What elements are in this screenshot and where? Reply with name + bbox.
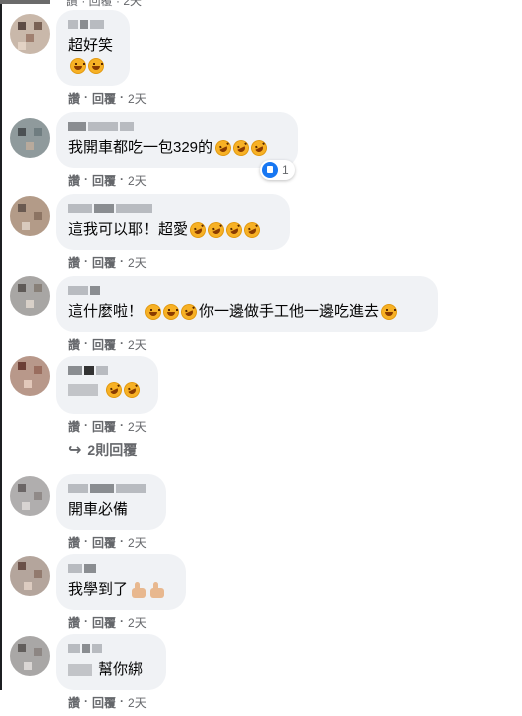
- author-name[interactable]: [68, 18, 118, 30]
- author-name[interactable]: [68, 284, 426, 296]
- grin-squint-icon: [163, 304, 180, 320]
- replies-count: 2則回覆: [87, 442, 138, 458]
- comment-actions: 讚 · 回覆 · 2天: [68, 694, 147, 711]
- like-link[interactable]: 讚: [68, 336, 80, 353]
- grin-squint-icon: [70, 58, 86, 74]
- thumbs-up-icon: [132, 582, 147, 598]
- timestamp[interactable]: 2天: [128, 90, 147, 107]
- comment-actions: 讚 · 回覆 · 2天: [68, 90, 147, 107]
- comment-bubble: 我學到了: [56, 554, 186, 610]
- author-name[interactable]: [68, 202, 278, 214]
- like-link[interactable]: 讚: [68, 534, 80, 551]
- comment-bubble: 開車必備: [56, 474, 166, 530]
- timestamp[interactable]: 2天: [128, 614, 147, 631]
- reply-link[interactable]: 回覆: [92, 254, 116, 271]
- rofl-icon: [248, 137, 270, 159]
- timestamp[interactable]: 2天: [128, 534, 147, 551]
- like-link[interactable]: 讚: [68, 254, 80, 271]
- grin-squint-icon: [381, 304, 398, 320]
- avatar[interactable]: [10, 476, 50, 516]
- comment-text: 這我可以耶！超愛: [68, 221, 189, 238]
- avatar[interactable]: [10, 636, 50, 676]
- rofl-icon: [178, 301, 200, 323]
- comment-text-continued: 你一邊做手工他一邊吃進去: [199, 303, 380, 320]
- author-name[interactable]: [68, 642, 154, 654]
- rofl-icon: [187, 219, 209, 241]
- comment-bubble: 幫你綁: [56, 634, 166, 690]
- comment-actions: 讚 · 回覆 · 2天: [68, 534, 147, 551]
- avatar[interactable]: [10, 356, 50, 396]
- reaction-badge[interactable]: 1: [260, 160, 295, 180]
- like-link[interactable]: 讚: [68, 694, 80, 711]
- comment-actions: 讚 · 回覆 · 2天: [68, 336, 147, 353]
- avatar[interactable]: [10, 14, 50, 54]
- comment-text: 幫你綁: [98, 661, 144, 678]
- like-link[interactable]: 讚: [68, 614, 80, 631]
- blurred-mention: [68, 384, 98, 396]
- comment-bubble: 這我可以耶！超愛: [56, 194, 290, 250]
- timestamp[interactable]: 2天: [128, 694, 147, 711]
- avatar[interactable]: [10, 276, 50, 316]
- comment-text: 我學到了: [68, 581, 129, 598]
- author-name[interactable]: [68, 120, 286, 132]
- avatar[interactable]: [10, 196, 50, 236]
- rofl-icon: [223, 219, 245, 241]
- reply-link[interactable]: 回覆: [92, 418, 116, 435]
- comment-actions: 讚 · 回覆 · 2天: [68, 254, 147, 271]
- reply-link[interactable]: 回覆: [92, 172, 116, 189]
- blurred-mention: [68, 664, 92, 676]
- cut-bar: [0, 0, 50, 4]
- rofl-icon: [103, 379, 125, 401]
- comment-actions: 讚 · 回覆 · 2天: [68, 614, 147, 631]
- reply-link[interactable]: 回覆: [92, 90, 116, 107]
- reply-link[interactable]: 回覆: [92, 534, 116, 551]
- timestamp[interactable]: 2天: [128, 418, 147, 435]
- timestamp[interactable]: 2天: [128, 172, 147, 189]
- reply-arrow-icon: ↪: [68, 442, 82, 459]
- like-link[interactable]: 讚: [68, 172, 80, 189]
- timestamp[interactable]: 2天: [128, 254, 147, 271]
- rofl-icon: [121, 379, 143, 401]
- rofl-icon: [212, 137, 234, 159]
- author-name[interactable]: [68, 562, 174, 574]
- rofl-icon: [205, 219, 227, 241]
- previous-comment-cut: 讚 · 回覆 · 2天: [0, 0, 522, 8]
- like-link[interactable]: 讚: [68, 90, 80, 107]
- rofl-icon: [241, 219, 263, 241]
- like-reaction-icon: [262, 162, 278, 178]
- comment-actions: 讚 · 回覆 · 2天: [68, 172, 147, 189]
- left-border: [0, 0, 2, 690]
- comment-text: 這什麼啦！: [68, 303, 144, 320]
- reply-link[interactable]: 回覆: [92, 694, 116, 711]
- rofl-icon: [230, 137, 252, 159]
- avatar[interactable]: [10, 556, 50, 596]
- thumbs-up-icon: [150, 582, 165, 598]
- comment-bubble: 這什麼啦！ 你一邊做手工他一邊吃進去: [56, 276, 438, 332]
- comment-actions: 讚 · 回覆 · 2天: [68, 418, 147, 435]
- author-name[interactable]: [68, 364, 146, 376]
- comment-bubble: 超好笑: [56, 10, 130, 86]
- author-name[interactable]: [68, 482, 154, 494]
- timestamp[interactable]: 2天: [128, 336, 147, 353]
- like-link[interactable]: 讚: [68, 418, 80, 435]
- comment-bubble: [56, 356, 158, 414]
- comment-text: 我開車都吃一包329的: [68, 139, 214, 156]
- reply-link[interactable]: 回覆: [92, 614, 116, 631]
- avatar[interactable]: [10, 118, 50, 158]
- view-replies-link[interactable]: ↪ 2則回覆: [68, 440, 137, 460]
- grin-squint-icon: [145, 304, 162, 320]
- comment-bubble: 我開車都吃一包329的: [56, 112, 298, 168]
- reaction-count: 1: [282, 163, 289, 177]
- comment-text: 超好笑: [68, 37, 114, 54]
- cut-meta: 讚 · 回覆 · 2天: [66, 0, 143, 8]
- comment-text: 開車必備: [68, 501, 129, 518]
- reply-link[interactable]: 回覆: [92, 336, 116, 353]
- grin-squint-icon: [88, 58, 104, 74]
